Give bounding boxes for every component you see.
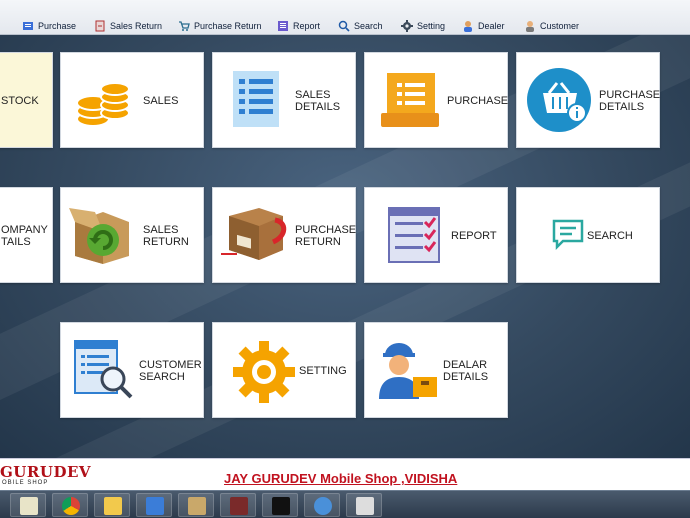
tile-purchase-label: PURCHASE <box>447 95 509 107</box>
taskbar-app-chart[interactable] <box>10 493 46 517</box>
magnifier-app-icon <box>356 497 374 515</box>
report-menu-icon <box>277 20 289 32</box>
menu-customer[interactable]: Customer <box>524 17 579 35</box>
gurudev-logo: GURUDEV OBILE SHOP <box>0 463 110 489</box>
taskbar-app-paint[interactable] <box>178 493 214 517</box>
menu-search[interactable]: Search <box>338 17 383 35</box>
purchase-document-icon <box>375 67 443 133</box>
menu-report[interactable]: Report <box>277 17 320 35</box>
setting-gear-icon <box>231 339 297 405</box>
tile-purchase-details[interactable]: PURCHASE DETAILS <box>516 52 660 148</box>
purchase-details-basket-icon <box>527 67 595 133</box>
purchase-menu-icon <box>22 20 34 32</box>
report-checklist-icon <box>387 202 455 268</box>
taskbar-app-shop[interactable] <box>220 493 256 517</box>
logo-sub-text: OBILE SHOP <box>2 480 49 486</box>
tile-setting[interactable]: SETTING <box>212 322 356 418</box>
shop-app-icon <box>230 497 248 515</box>
search-menu-icon <box>338 20 350 32</box>
terminal-icon <box>272 497 290 515</box>
shop-name-link[interactable]: JAY GURUDEV Mobile Shop ,VIDISHA <box>224 471 457 486</box>
taskbar-app-explorer[interactable] <box>94 493 130 517</box>
menu-setting[interactable]: Setting <box>401 17 445 35</box>
tile-purchase-details-label: PURCHASE DETAILS <box>599 89 661 113</box>
taskbar-app-terminal[interactable] <box>262 493 298 517</box>
tile-sales-return-label: SALES RETURN <box>143 224 189 248</box>
cart-menu-icon <box>178 20 190 32</box>
tile-search[interactable]: SEARCH <box>516 187 660 283</box>
tile-sales-details-label: SALES DETAILS <box>295 89 341 113</box>
gear-menu-icon <box>401 20 413 32</box>
dashboard-workspace: STOCK SALES SALES DETAILS PURCHASE PURCH… <box>0 35 690 458</box>
browser-icon <box>314 497 332 515</box>
taskbar-app-media[interactable] <box>136 493 172 517</box>
chart-app-icon <box>20 497 38 515</box>
tile-search-label: SEARCH <box>587 230 633 242</box>
menu-sales-return[interactable]: Sales Return <box>94 17 162 35</box>
tile-company-details-label: OMPANY TAILS <box>1 224 48 248</box>
tile-customer-search[interactable]: CUSTOMER SEARCH <box>60 322 204 418</box>
menu-dealer[interactable]: Dealer <box>462 17 505 35</box>
tile-stock-label: STOCK <box>1 95 39 107</box>
os-taskbar <box>0 490 690 518</box>
customer-menu-icon <box>524 20 536 32</box>
tile-report[interactable]: REPORT <box>364 187 508 283</box>
tile-purchase-return-label: PURCHASE RETURN <box>295 224 357 248</box>
media-player-icon <box>146 497 164 515</box>
menu-bar: Purchase Sales Return Purchase Return Re… <box>0 0 690 35</box>
tile-company-details[interactable]: OMPANY TAILS <box>0 187 53 283</box>
tile-dealer-details[interactable]: DEALAR DETAILS <box>364 322 508 418</box>
customer-search-icon <box>71 337 139 403</box>
tile-setting-label: SETTING <box>299 365 347 377</box>
menu-purchase[interactable]: Purchase <box>22 17 76 35</box>
taskbar-app-chrome[interactable] <box>52 493 88 517</box>
chrome-icon <box>62 497 80 515</box>
sales-coins-icon <box>71 67 139 133</box>
tile-dealer-details-label: DEALAR DETAILS <box>443 359 489 383</box>
sales-details-list-icon <box>223 67 291 133</box>
tile-report-label: REPORT <box>451 230 497 242</box>
purchase-return-box-icon <box>219 202 287 268</box>
dealer-menu-icon <box>462 20 474 32</box>
tile-sales[interactable]: SALES <box>60 52 204 148</box>
footer-bar: GURUDEV OBILE SHOP JAY GURUDEV Mobile Sh… <box>0 458 690 490</box>
tile-purchase-return[interactable]: PURCHASE RETURN <box>212 187 356 283</box>
folder-icon <box>104 497 122 515</box>
tile-sales-return[interactable]: SALES RETURN <box>60 187 204 283</box>
tile-stock[interactable]: STOCK <box>0 52 53 148</box>
sales-return-box-icon <box>67 200 135 266</box>
paint-icon <box>188 497 206 515</box>
search-chat-icon <box>551 218 585 252</box>
tile-customer-search-label: CUSTOMER SEARCH <box>139 359 202 383</box>
dealer-worker-icon <box>375 337 443 403</box>
tile-purchase[interactable]: PURCHASE <box>364 52 508 148</box>
sales-return-menu-icon <box>94 20 106 32</box>
menu-purchase-return[interactable]: Purchase Return <box>178 17 262 35</box>
tile-sales-label: SALES <box>143 95 179 107</box>
tile-sales-details[interactable]: SALES DETAILS <box>212 52 356 148</box>
logo-main-text: GURUDEV <box>0 463 92 481</box>
taskbar-app-search[interactable] <box>346 493 382 517</box>
taskbar-app-browser[interactable] <box>304 493 340 517</box>
